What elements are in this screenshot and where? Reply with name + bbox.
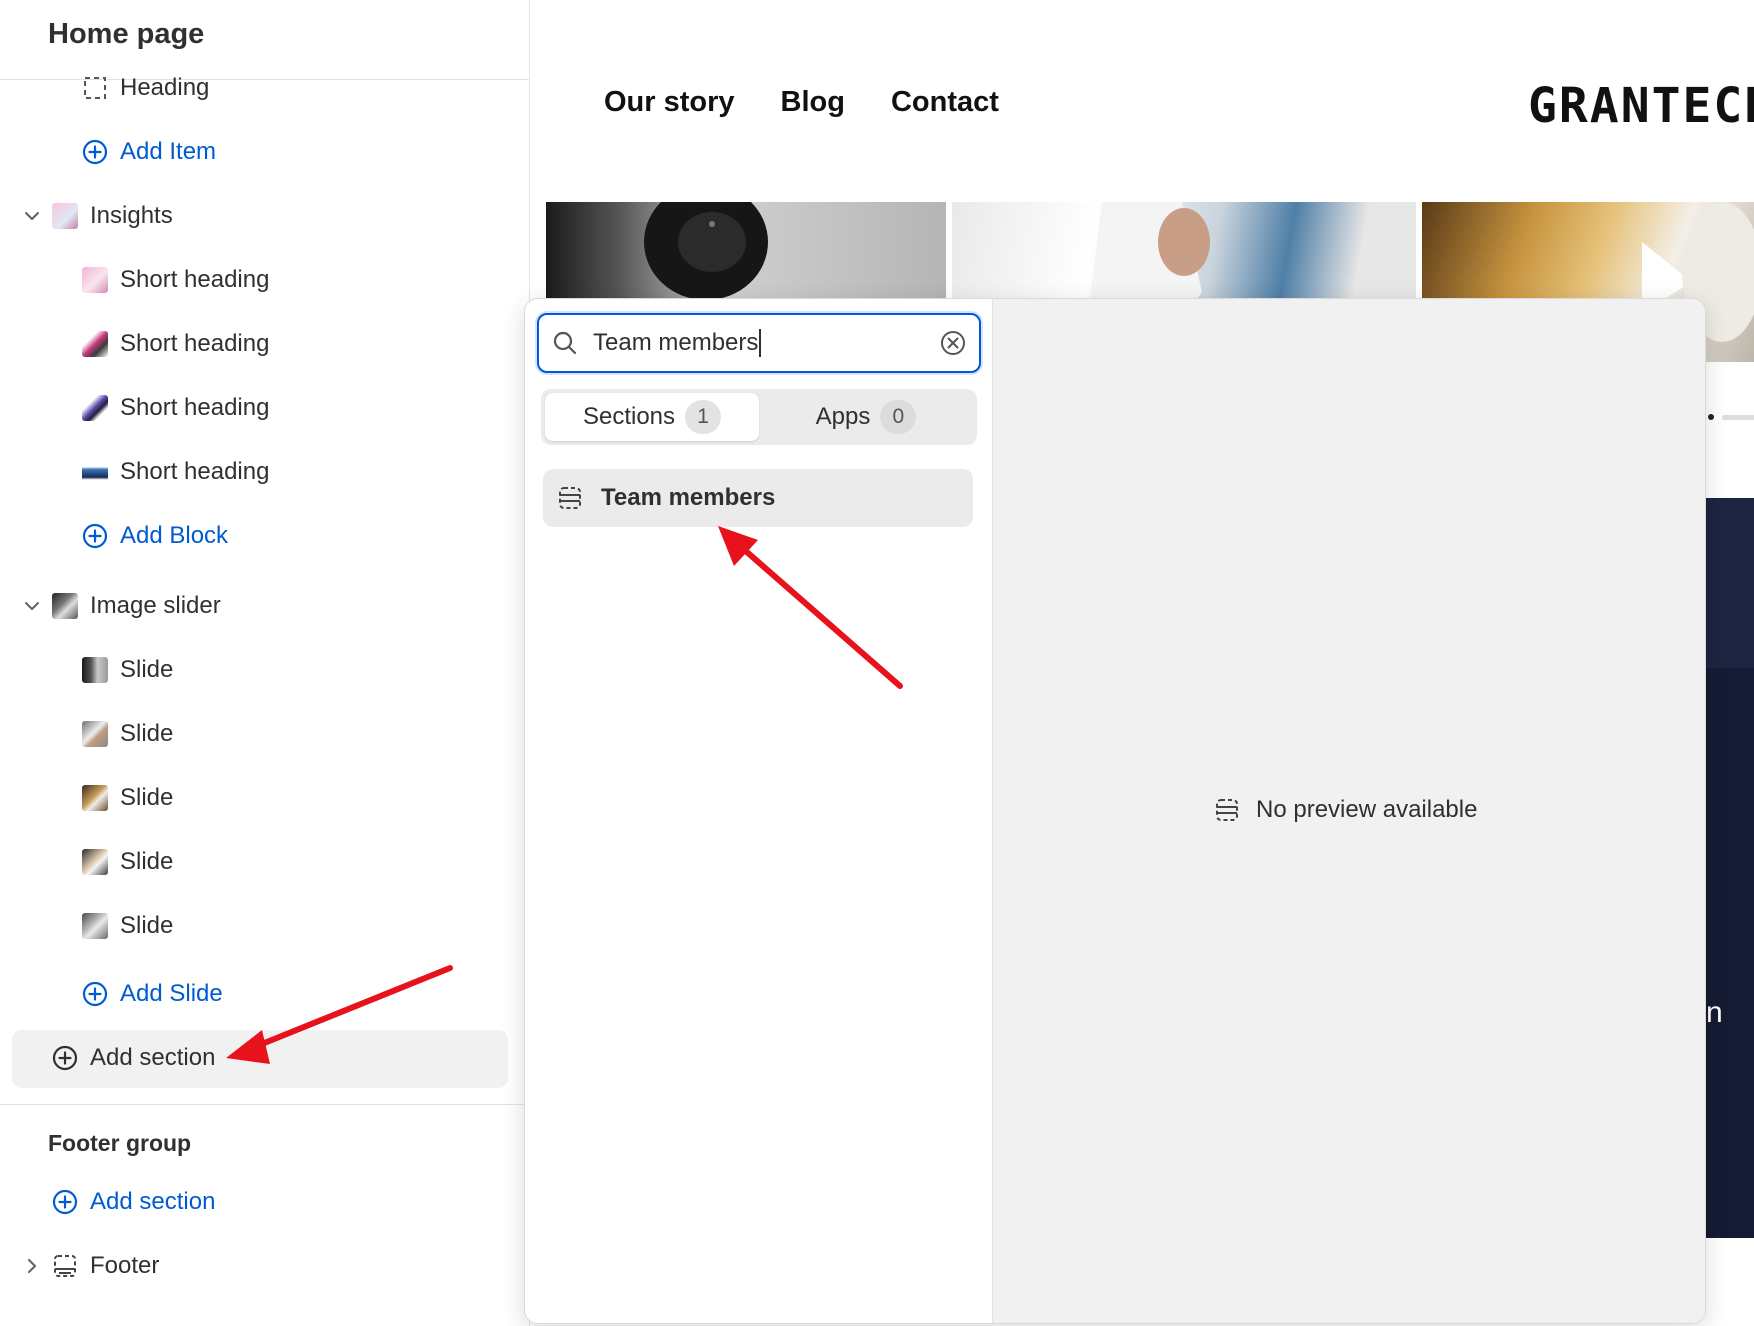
circle-plus-icon bbox=[82, 981, 108, 1007]
tab-count-badge: 1 bbox=[685, 400, 722, 434]
tab-label: Apps bbox=[815, 403, 871, 430]
block-slide[interactable]: Slide bbox=[0, 834, 529, 890]
store-logo[interactable]: GRANTECH bbox=[1528, 78, 1754, 134]
no-preview-text: No preview available bbox=[1256, 796, 1478, 823]
slider-dot[interactable] bbox=[1708, 414, 1714, 420]
insights-thumbnail-icon bbox=[52, 203, 78, 229]
block-short-heading[interactable]: Short heading bbox=[0, 444, 529, 500]
slide-thumbnail-icon bbox=[82, 913, 108, 939]
section-result-team-members[interactable]: Team members bbox=[543, 469, 973, 527]
section-footer[interactable]: Footer bbox=[0, 1238, 529, 1294]
store-nav: Our story Blog Contact bbox=[604, 86, 999, 119]
nav-link-blog[interactable]: Blog bbox=[781, 86, 845, 119]
add-section-button[interactable]: Add section bbox=[0, 1030, 529, 1086]
footer-layout-icon bbox=[52, 1253, 78, 1279]
block-label: Short heading bbox=[120, 458, 270, 485]
block-label: Short heading bbox=[120, 266, 270, 293]
section-search-input[interactable]: Team members bbox=[537, 313, 981, 373]
circle-plus-icon bbox=[52, 1045, 78, 1071]
add-block-label: Add Block bbox=[120, 522, 229, 549]
tab-count-badge: 0 bbox=[880, 400, 917, 434]
section-label: Footer bbox=[90, 1252, 160, 1279]
block-thumbnail-icon bbox=[82, 395, 108, 421]
block-short-heading[interactable]: Short heading bbox=[0, 380, 529, 436]
block-label: Slide bbox=[120, 784, 174, 811]
block-short-heading[interactable]: Short heading bbox=[0, 252, 529, 308]
add-slide-button[interactable]: Add Slide bbox=[0, 966, 529, 1022]
block-thumbnail-icon bbox=[82, 267, 108, 293]
section-picker-list: Team members Sections 1 Apps 0 Team memb… bbox=[525, 299, 993, 1323]
block-label: Slide bbox=[120, 720, 174, 747]
section-label: Image slider bbox=[90, 592, 221, 619]
add-section-label: Add section bbox=[90, 1188, 216, 1215]
block-label: Slide bbox=[120, 912, 174, 939]
text-caret bbox=[759, 329, 762, 358]
circle-plus-icon bbox=[82, 523, 108, 549]
add-item-button[interactable]: Add Item bbox=[0, 124, 529, 180]
add-section-popover: Team members Sections 1 Apps 0 Team memb… bbox=[524, 298, 1706, 1324]
add-section-label: Add section bbox=[90, 1044, 216, 1071]
add-block-button[interactable]: Add Block bbox=[0, 508, 529, 564]
block-slide[interactable]: Slide bbox=[0, 770, 529, 826]
search-icon bbox=[553, 331, 577, 355]
picker-tabs: Sections 1 Apps 0 bbox=[541, 389, 977, 445]
section-label: Insights bbox=[90, 202, 173, 229]
dark-banner-top bbox=[1706, 498, 1754, 668]
chevron-down-icon[interactable] bbox=[22, 596, 42, 616]
heading-placeholder-icon bbox=[82, 75, 108, 101]
section-layout-icon bbox=[557, 485, 583, 511]
circle-plus-icon bbox=[52, 1189, 78, 1215]
slide-thumbnail-icon bbox=[82, 721, 108, 747]
footer-group-title: Footer group bbox=[48, 1130, 192, 1156]
clear-search-icon[interactable] bbox=[939, 329, 967, 357]
slide-thumbnail-icon bbox=[82, 657, 108, 683]
result-label: Team members bbox=[601, 484, 776, 511]
block-thumbnail-icon bbox=[82, 459, 108, 485]
block-label: Slide bbox=[120, 656, 174, 683]
page-title: Home page bbox=[48, 18, 205, 50]
banner-text-edge: n bbox=[1706, 996, 1723, 1029]
block-slide[interactable]: Slide bbox=[0, 642, 529, 698]
block-slide[interactable]: Slide bbox=[0, 898, 529, 954]
chevron-right-icon[interactable] bbox=[22, 1256, 42, 1276]
block-heading[interactable]: Heading bbox=[0, 60, 529, 116]
add-slide-label: Add Slide bbox=[120, 980, 223, 1007]
no-preview-message: No preview available bbox=[1214, 796, 1477, 824]
block-label: Heading bbox=[120, 74, 210, 101]
block-thumbnail-icon bbox=[82, 331, 108, 357]
block-label: Slide bbox=[120, 848, 174, 875]
tab-sections[interactable]: Sections 1 bbox=[545, 393, 759, 441]
search-value[interactable]: Team members bbox=[593, 329, 939, 358]
section-image-slider[interactable]: Image slider bbox=[0, 578, 529, 634]
circle-plus-icon bbox=[82, 139, 108, 165]
image-slider-thumbnail-icon bbox=[52, 593, 78, 619]
section-layout-icon bbox=[1214, 797, 1240, 823]
add-item-label: Add Item bbox=[120, 138, 217, 165]
block-slide[interactable]: Slide bbox=[0, 706, 529, 762]
nav-link-contact[interactable]: Contact bbox=[891, 86, 999, 119]
tab-apps[interactable]: Apps 0 bbox=[759, 393, 973, 441]
theme-editor-sidebar: Home page Heading Add Item Insights Shor… bbox=[0, 0, 530, 1326]
slide-thumbnail-icon bbox=[82, 849, 108, 875]
section-insights[interactable]: Insights bbox=[0, 188, 529, 244]
footer-add-section-button[interactable]: Add section bbox=[0, 1174, 529, 1230]
search-text: Team members bbox=[593, 328, 759, 356]
block-short-heading[interactable]: Short heading bbox=[0, 316, 529, 372]
block-label: Short heading bbox=[120, 394, 270, 421]
nav-link-our-story[interactable]: Our story bbox=[604, 86, 735, 119]
tab-label: Sections bbox=[582, 403, 676, 430]
chevron-down-icon[interactable] bbox=[22, 206, 42, 226]
slide-thumbnail-icon bbox=[82, 785, 108, 811]
divider bbox=[0, 1104, 529, 1105]
slider-track bbox=[1722, 414, 1754, 420]
block-label: Short heading bbox=[120, 330, 270, 357]
slider-pagination[interactable] bbox=[1708, 414, 1754, 420]
